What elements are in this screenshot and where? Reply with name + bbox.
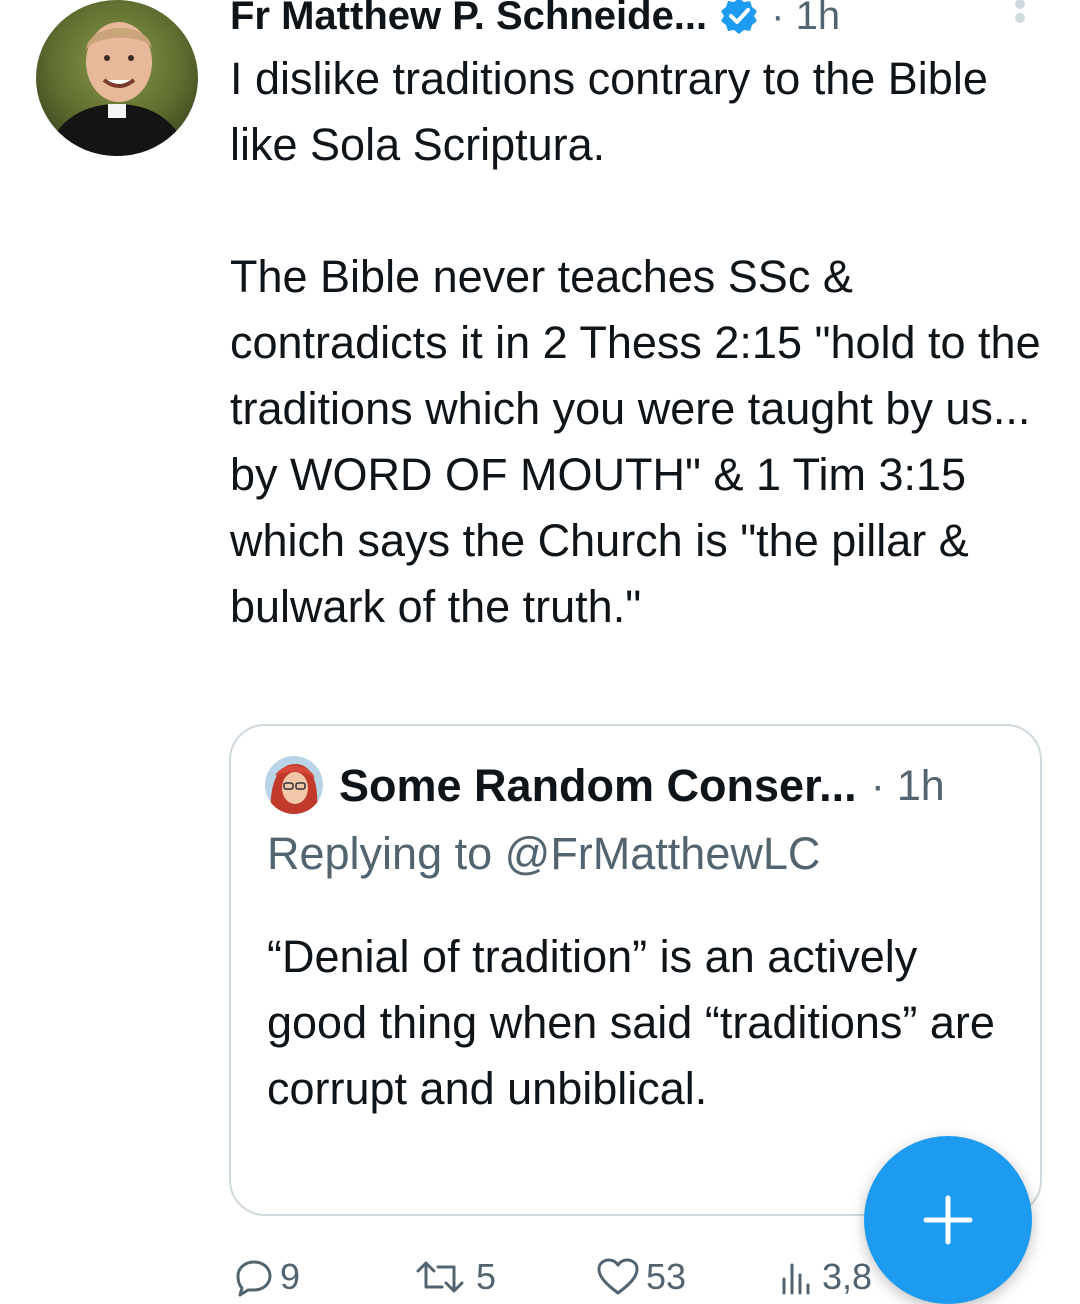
tweet-time[interactable]: · 1h [771, 0, 840, 39]
like-count: 53 [646, 1256, 687, 1297]
reply-button[interactable]: 9 [234, 1256, 300, 1298]
replying-to[interactable]: Replying to @FrMatthewLC [267, 828, 820, 880]
views-button[interactable]: 3,8 [776, 1256, 872, 1298]
retweet-icon [416, 1261, 464, 1293]
retweet-button[interactable]: 5 [410, 1256, 496, 1298]
tweet-text: I dislike traditions contrary to the Bib… [230, 53, 1041, 632]
tweet-header: Fr Matthew P. Schneide... · 1h [230, 0, 840, 46]
reply-icon [236, 1260, 272, 1297]
quoted-text: “Denial of tradition” is an actively goo… [267, 931, 995, 1114]
retweet-count: 5 [476, 1256, 497, 1297]
compose-button[interactable] [864, 1136, 1032, 1304]
verified-badge-icon[interactable] [719, 0, 759, 36]
author-avatar[interactable] [36, 0, 198, 156]
views-icon [782, 1263, 810, 1295]
quoted-author-avatar[interactable] [265, 756, 323, 814]
quoted-author-name[interactable]: Some Random Conser... [339, 760, 857, 812]
quoted-time[interactable]: · 1h [871, 762, 945, 811]
compose-plus-icon [923, 1195, 973, 1245]
author-name[interactable]: Fr Matthew P. Schneide... [230, 0, 707, 39]
more-icon[interactable] [1012, 0, 1028, 38]
like-button[interactable]: 53 [596, 1256, 686, 1298]
quoted-header: Some Random Conser... · 1h [339, 756, 945, 816]
reply-count: 9 [280, 1256, 301, 1297]
views-count: 3,8 [822, 1256, 873, 1297]
like-icon [597, 1258, 639, 1295]
